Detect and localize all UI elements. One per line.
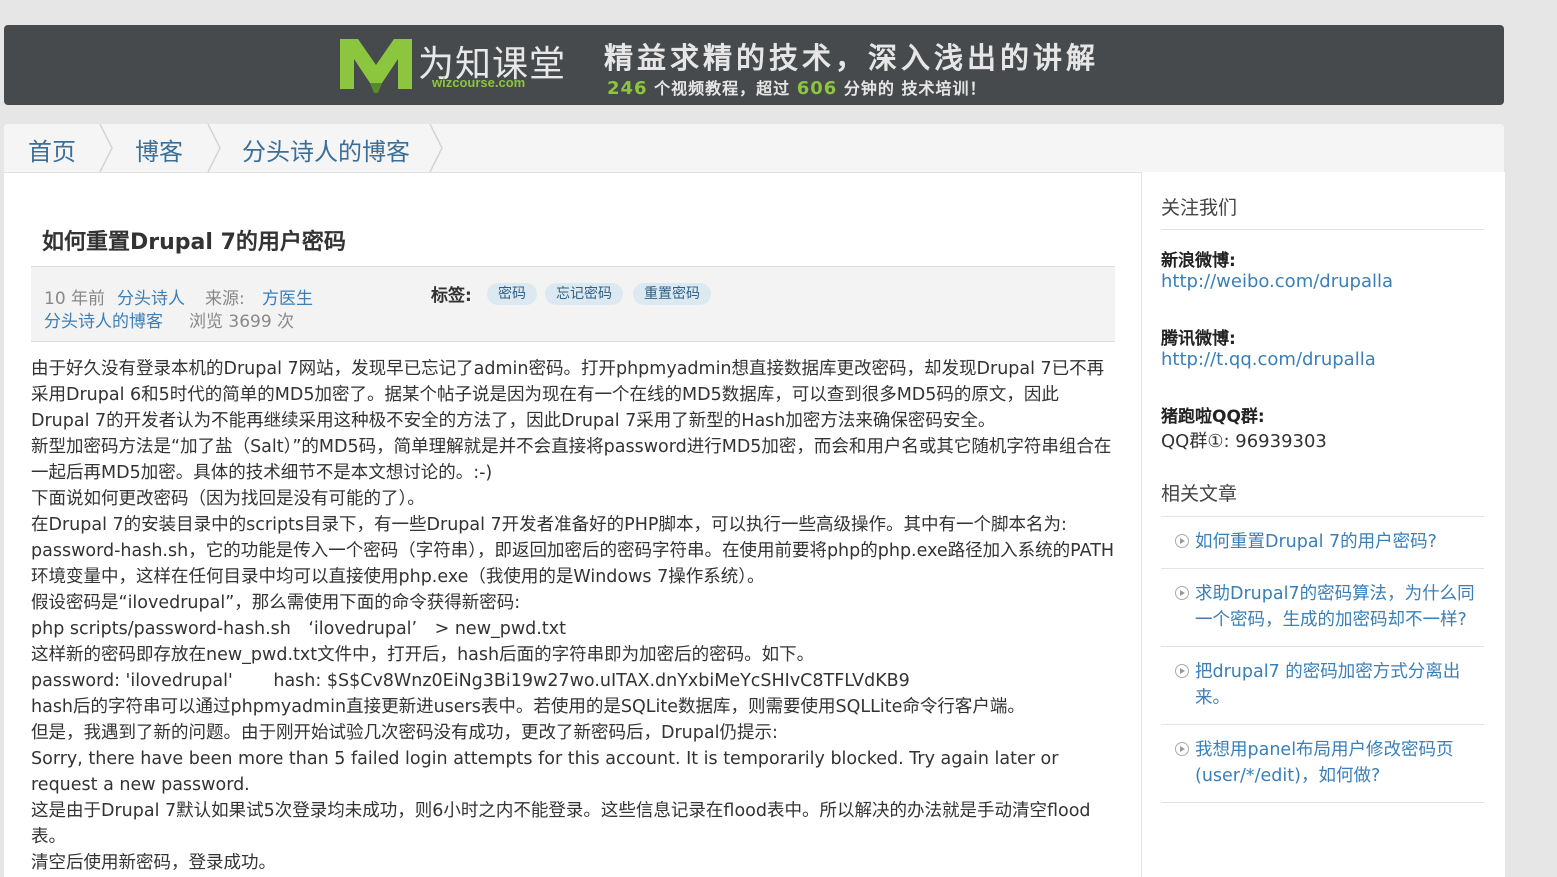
- article-body: 由于好久没有登录本机的Drupal 7网站，发现早已忘记了admin密码。打开p…: [31, 356, 1115, 876]
- divider: [1161, 724, 1484, 725]
- article-paragraph: 假设密码是“ilovedrupal”，那么需使用下面的命令获得新密码:: [31, 593, 521, 613]
- related-article-link[interactable]: 把drupal7 的密码加密方式分离出来。: [1195, 659, 1485, 711]
- divider: [1161, 229, 1484, 230]
- bullet-circle-icon: [1175, 586, 1189, 600]
- divider: [1161, 646, 1484, 647]
- divider: [1161, 568, 1484, 569]
- hash-output-line: password: 'ilovedrupal' hash: $S$Cv8Wnz0…: [31, 671, 910, 691]
- article-paragraph: 这样新的密码即存放在new_pwd.txt文件中，打开后，hash后面的字符串即…: [31, 645, 815, 665]
- tencent-weibo-link[interactable]: http://t.qq.com/drupalla: [1161, 349, 1376, 370]
- tag-link[interactable]: 重置密码: [633, 283, 711, 305]
- subslogan-text-2: 分钟的 技术培训！: [837, 79, 987, 98]
- weibo-label: 新浪微博:: [1161, 251, 1236, 271]
- follow-us-heading: 关注我们: [1161, 197, 1238, 219]
- bullet-circle-icon: [1175, 534, 1189, 548]
- article-paragraph: 但是，我遇到了新的问题。由于刚开始试验几次密码没有成功，更改了新密码后，Drup…: [31, 723, 778, 743]
- sidebar: 关注我们 新浪微博: http://weibo.com/drupalla 腾讯微…: [1141, 172, 1505, 877]
- blog-link[interactable]: 分头诗人的博客: [44, 307, 163, 332]
- related-article-item[interactable]: 把drupal7 的密码加密方式分离出来。: [1175, 659, 1475, 711]
- bullet-circle-icon: [1175, 664, 1189, 678]
- tencent-weibo-label: 腾讯微博:: [1161, 329, 1236, 349]
- article-paragraph: 由于好久没有登录本机的Drupal 7网站，发现早已忘记了admin密码。打开p…: [31, 359, 1105, 431]
- article-paragraph: 清空后使用新密码，登录成功。: [31, 853, 276, 873]
- article-title: 如何重置Drupal 7的用户密码: [42, 230, 346, 255]
- chevron-right-icon: [207, 124, 221, 172]
- related-article-item[interactable]: 求助Drupal7的密码算法，为什么同一个密码，生成的加密码却不一样?: [1175, 581, 1475, 633]
- banner-subslogan: 246 个视频教程，超过 606 分钟的 技术培训！: [607, 75, 986, 99]
- source-label: 来源:: [205, 289, 245, 309]
- chevron-right-icon: [429, 124, 443, 172]
- post-time: 10 年前: [44, 289, 106, 309]
- article-paragraph: 在Drupal 7的安装目录中的scripts目录下，有一些Drupal 7开发…: [31, 515, 1115, 587]
- bullet-circle-icon: [1175, 742, 1189, 756]
- article-paragraph: hash后的字符串可以通过phpmyadmin直接更新进users表中。若使用的…: [31, 697, 1025, 717]
- article-paragraph: 新型加密码方法是“加了盐（Salt）”的MD5码，简单理解就是并不会直接将pas…: [31, 437, 1112, 483]
- related-article-link[interactable]: 求助Drupal7的密码算法，为什么同一个密码，生成的加密码却不一样?: [1195, 581, 1485, 633]
- article-meta: 10 年前 分头诗人 来源: 方医生 分头诗人的博客 浏览 3699 次 标签:…: [31, 266, 1115, 342]
- breadcrumb-author-blog[interactable]: 分头诗人的博客: [242, 132, 410, 167]
- source-link[interactable]: 方医生: [262, 284, 313, 309]
- article-paragraph: 下面说如何更改密码（因为找回是没有可能的了）。: [31, 489, 425, 509]
- tags-label: 标签:: [431, 286, 472, 306]
- related-article-item[interactable]: 如何重置Drupal 7的用户密码?: [1175, 529, 1475, 555]
- wizcourse-logo-icon: [340, 39, 412, 93]
- logo-english-text: wizcourse.com: [432, 75, 526, 90]
- video-count: 246: [607, 78, 648, 99]
- view-count: 浏览 3699 次: [189, 312, 295, 332]
- article-paragraph: 这是由于Drupal 7默认如果试5次登录均未成功，则6小时之内不能登录。这些信…: [31, 801, 1091, 847]
- chevron-right-icon: [99, 124, 113, 172]
- related-article-link[interactable]: 如何重置Drupal 7的用户密码?: [1195, 529, 1485, 555]
- breadcrumb: 首页 博客 分头诗人的博客: [4, 124, 1504, 173]
- divider: [1161, 802, 1484, 803]
- tag-link[interactable]: 忘记密码: [545, 283, 623, 305]
- qq-group-number: QQ群①: 96939303: [1161, 431, 1327, 452]
- related-articles-heading: 相关文章: [1161, 483, 1238, 505]
- page-container: 首页 博客 分头诗人的博客 如何重置Drupal 7的用户密码 10 年前 分头…: [4, 124, 1505, 877]
- breadcrumb-blog[interactable]: 博客: [135, 132, 183, 167]
- related-article-item[interactable]: 我想用panel布局用户修改密码页(user/*/edit)，如何做?: [1175, 737, 1475, 789]
- minute-count: 606: [796, 78, 838, 99]
- error-message-quote: Sorry, there have been more than 5 faile…: [31, 749, 1059, 795]
- banner-slogan: 精益求精的技术，深入浅出的讲解: [604, 41, 1100, 75]
- divider: [1161, 516, 1484, 517]
- author-link[interactable]: 分头诗人: [117, 284, 185, 309]
- command-line: php scripts/password-hash.sh ‘ilovedrupa…: [31, 619, 566, 639]
- subslogan-text-1: 个视频教程，超过: [647, 79, 797, 98]
- related-article-link[interactable]: 我想用panel布局用户修改密码页(user/*/edit)，如何做?: [1195, 737, 1485, 789]
- qq-group-label: 猪跑啦QQ群:: [1161, 407, 1265, 427]
- tag-link[interactable]: 密码: [487, 283, 537, 305]
- weibo-link[interactable]: http://weibo.com/drupalla: [1161, 271, 1393, 292]
- site-banner[interactable]: 为知课堂 wizcourse.com 精益求精的技术，深入浅出的讲解 246 个…: [4, 25, 1504, 105]
- breadcrumb-home[interactable]: 首页: [28, 132, 76, 167]
